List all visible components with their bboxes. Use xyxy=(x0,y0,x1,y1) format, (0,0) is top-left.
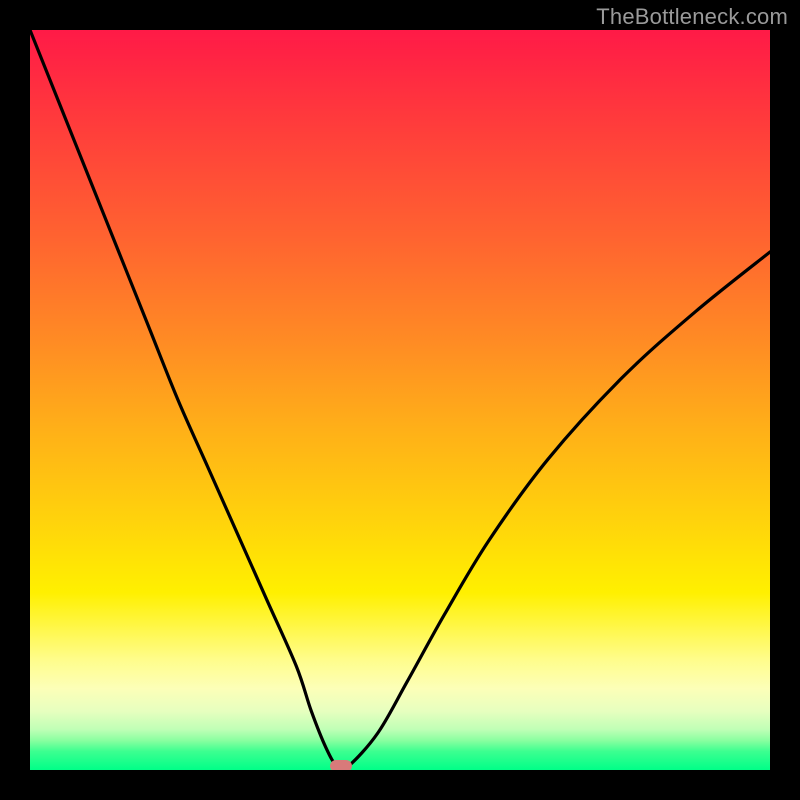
plot-area xyxy=(30,30,770,770)
bottleneck-curve xyxy=(30,30,770,770)
chart-frame: TheBottleneck.com xyxy=(0,0,800,800)
optimal-point-marker xyxy=(330,760,352,770)
watermark-text: TheBottleneck.com xyxy=(596,4,788,30)
